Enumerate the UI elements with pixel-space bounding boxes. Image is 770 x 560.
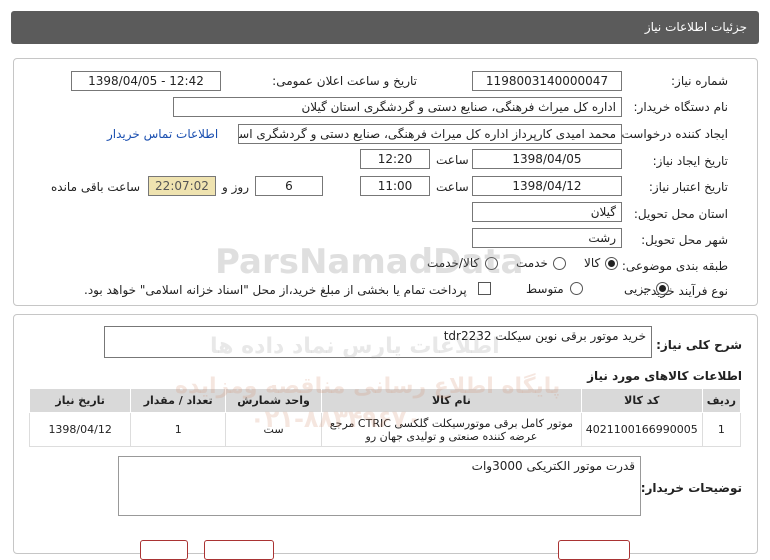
header-quantity: تعداد / مقدار bbox=[130, 388, 227, 413]
remaining-label: ساعت باقی مانده bbox=[51, 180, 141, 194]
page-header: جزئیات اطلاعات نیاز bbox=[11, 11, 759, 44]
province-label: استان محل تحویل: bbox=[633, 207, 728, 221]
cell-row-number: 1 bbox=[701, 412, 742, 447]
purchase-minor-label: جزیی bbox=[624, 282, 652, 296]
cell-unit: ست bbox=[225, 412, 323, 447]
treasury-payment-note: پرداخت تمام یا بخشی از مبلغ خرید،از محل … bbox=[84, 283, 467, 297]
announce-field: 1398/04/05 - 12:42 bbox=[71, 71, 221, 91]
table-row: 1 4021100166990005 موتور کامل برقی موتور… bbox=[28, 412, 742, 447]
purchase-medium-radio[interactable] bbox=[570, 282, 583, 295]
header-need-date: تاریخ نیاز bbox=[28, 388, 132, 413]
category-goods-radio[interactable] bbox=[605, 257, 618, 270]
created-date-field: 1398/04/05 bbox=[472, 149, 622, 169]
buyer-notes-field: قدرت موتور الکتریکی 3000وات bbox=[118, 456, 641, 516]
summary-field: خرید موتور برقی نوین سیکلت tdr2232 bbox=[104, 326, 652, 358]
category-label: طبقه بندی موضوعی: bbox=[621, 259, 728, 273]
items-table: ردیف کد کالا نام کالا واحد شمارش تعداد /… bbox=[28, 388, 742, 447]
purchase-medium-label: متوسط bbox=[526, 282, 564, 296]
summary-label: شرح کلی نیاز: bbox=[656, 338, 742, 352]
validity-time-field: 11:00 bbox=[360, 176, 430, 196]
days-remaining-field: 6 bbox=[255, 176, 323, 196]
buyer-org-field: اداره کل میراث فرهنگی، صنایع دستی و گردش… bbox=[173, 97, 622, 117]
header-item-code: کد کالا bbox=[580, 388, 703, 413]
category-goods-service-label: کالا/خدمت bbox=[427, 256, 480, 270]
requester-field: محمد امیدی کارپرداز اداره کل میراث فرهنگ… bbox=[238, 124, 622, 144]
treasury-payment-checkbox[interactable] bbox=[478, 282, 491, 295]
cell-item-code: 4021100166990005 bbox=[580, 412, 703, 447]
cell-quantity: 1 bbox=[130, 412, 227, 447]
category-service-label: خدمت bbox=[516, 256, 548, 270]
buyer-notes-label: توضیحات خریدار: bbox=[640, 481, 742, 495]
created-date-label: تاریخ ایجاد نیاز: bbox=[652, 154, 728, 168]
contact-buyer-link[interactable]: اطلاعات تماس خریدار bbox=[107, 127, 218, 141]
need-number-field: 1198003140000047 bbox=[472, 71, 622, 91]
bottom-button-1[interactable] bbox=[140, 540, 188, 560]
need-number-label: شماره نیاز: bbox=[671, 74, 728, 88]
header-unit: واحد شمارش bbox=[225, 388, 323, 413]
purchase-minor-radio[interactable] bbox=[656, 282, 669, 295]
items-section-title: اطلاعات کالاهای مورد نیاز bbox=[587, 369, 742, 383]
category-goods-label: کالا bbox=[584, 256, 601, 270]
city-label: شهر محل تحویل: bbox=[641, 233, 728, 247]
page-title: جزئیات اطلاعات نیاز bbox=[644, 20, 747, 34]
days-label: روز و bbox=[222, 180, 249, 194]
header-row-number: ردیف bbox=[701, 388, 742, 413]
validity-date-field: 1398/04/12 bbox=[472, 176, 622, 196]
created-time-field: 12:20 bbox=[360, 149, 430, 169]
created-time-label: ساعت bbox=[436, 153, 469, 167]
validity-date-label: تاریخ اعتبار نیاز: bbox=[648, 180, 728, 194]
bottom-button-3[interactable] bbox=[558, 540, 630, 560]
validity-time-label: ساعت bbox=[436, 180, 469, 194]
buyer-org-label: نام دستگاه خریدار: bbox=[633, 100, 729, 114]
remaining-time-field: 22:07:02 bbox=[148, 176, 216, 196]
category-goods-service-radio[interactable] bbox=[485, 257, 498, 270]
city-field: رشت bbox=[472, 228, 622, 248]
header-item-name: نام کالا bbox=[321, 388, 582, 413]
cell-need-date: 1398/04/12 bbox=[28, 412, 132, 447]
announce-label: تاریخ و ساعت اعلان عمومی: bbox=[272, 74, 417, 88]
province-field: گیلان bbox=[472, 202, 622, 222]
category-service-radio[interactable] bbox=[553, 257, 566, 270]
cell-item-name: موتور کامل برقی موتورسیکلت گلکسی CTRIC م… bbox=[321, 412, 582, 447]
requester-label: ایجاد کننده درخواست: bbox=[617, 127, 728, 141]
bottom-button-2[interactable] bbox=[204, 540, 274, 560]
